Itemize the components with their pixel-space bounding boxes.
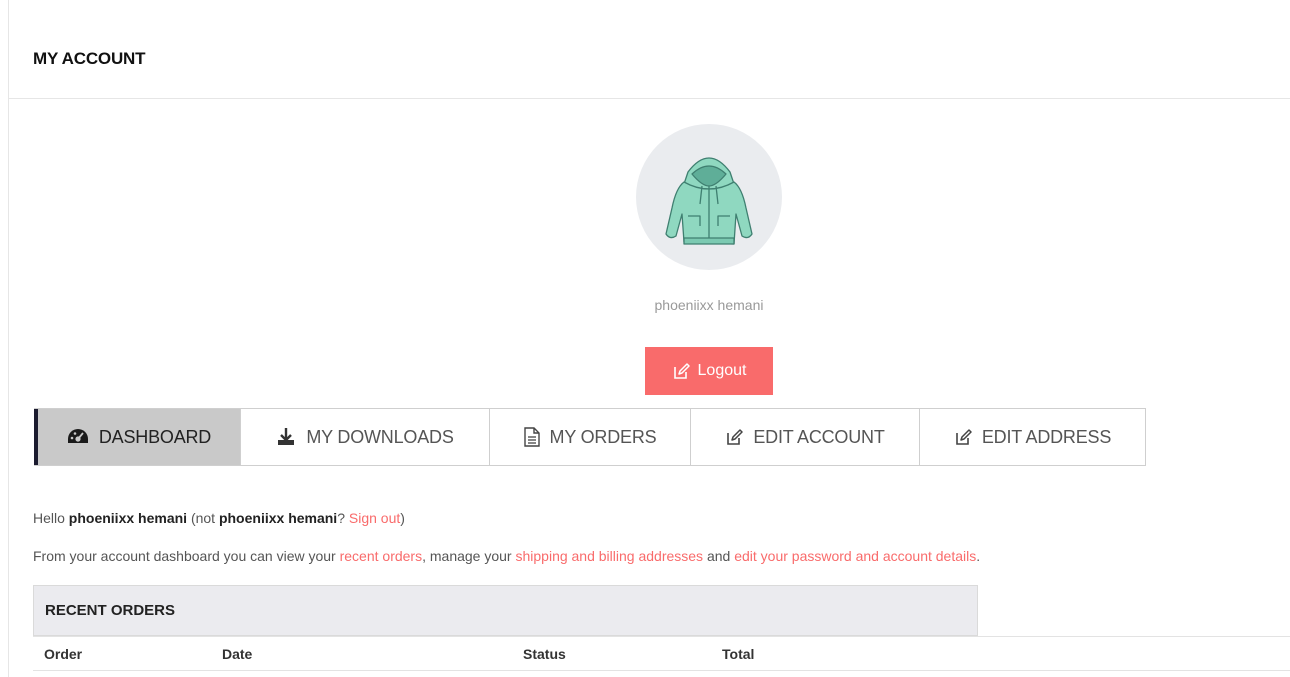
recent-orders-header: RECENT ORDERS bbox=[33, 585, 978, 636]
hoodie-image bbox=[665, 157, 753, 245]
edit-icon bbox=[672, 362, 690, 380]
table-divider bbox=[33, 670, 1290, 671]
tab-label: DASHBOARD bbox=[98, 426, 212, 447]
column-header-status: Status bbox=[523, 646, 566, 662]
addresses-link[interactable]: shipping and billing addresses bbox=[515, 548, 703, 564]
tab-edit-address[interactable]: EDIT ADDRESS bbox=[920, 409, 1145, 465]
tab-label: EDIT ADDRESS bbox=[981, 426, 1112, 447]
logout-button[interactable]: Logout bbox=[645, 347, 773, 395]
tab-label: MY DOWNLOADS bbox=[306, 426, 454, 447]
dashboard-icon bbox=[67, 428, 89, 446]
column-header-order: Order bbox=[44, 646, 83, 662]
tab-label: MY ORDERS bbox=[549, 426, 657, 447]
user-name: phoeniixx hemani bbox=[68, 510, 188, 526]
account-tabs: DASHBOARD MY DOWNLOADS MY ORDERS EDIT AC… bbox=[34, 408, 1146, 466]
file-icon bbox=[523, 427, 540, 447]
table-divider bbox=[33, 636, 1290, 637]
page-title: MY ACCOUNT bbox=[33, 49, 146, 68]
user-name-alt: phoeniixx hemani bbox=[218, 510, 338, 526]
tab-my-downloads[interactable]: MY DOWNLOADS bbox=[241, 409, 490, 465]
logout-label: Logout bbox=[697, 362, 747, 379]
username: phoeniixx hemani bbox=[654, 297, 764, 313]
dashboard-description: From your account dashboard you can view… bbox=[33, 548, 981, 564]
sign-out-link[interactable]: Sign out bbox=[349, 510, 400, 526]
download-icon bbox=[276, 427, 296, 447]
column-header-total: Total bbox=[722, 646, 755, 662]
tab-edit-account[interactable]: EDIT ACCOUNT bbox=[691, 409, 920, 465]
recent-orders-link[interactable]: recent orders bbox=[340, 548, 422, 564]
edit-icon bbox=[954, 428, 972, 446]
account-details-link[interactable]: edit your password and account details bbox=[734, 548, 976, 564]
avatar bbox=[636, 124, 782, 270]
page-header: MY ACCOUNT bbox=[8, 0, 1290, 99]
left-border bbox=[8, 0, 9, 677]
recent-orders-title: RECENT ORDERS bbox=[45, 602, 176, 619]
edit-icon bbox=[725, 428, 744, 446]
tab-dashboard[interactable]: DASHBOARD bbox=[34, 409, 241, 465]
greeting-text: Hello phoeniixx hemani (not phoeniixx he… bbox=[33, 510, 405, 526]
column-header-date: Date bbox=[222, 646, 253, 662]
tab-label: EDIT ACCOUNT bbox=[753, 426, 885, 447]
tab-my-orders[interactable]: MY ORDERS bbox=[490, 409, 691, 465]
